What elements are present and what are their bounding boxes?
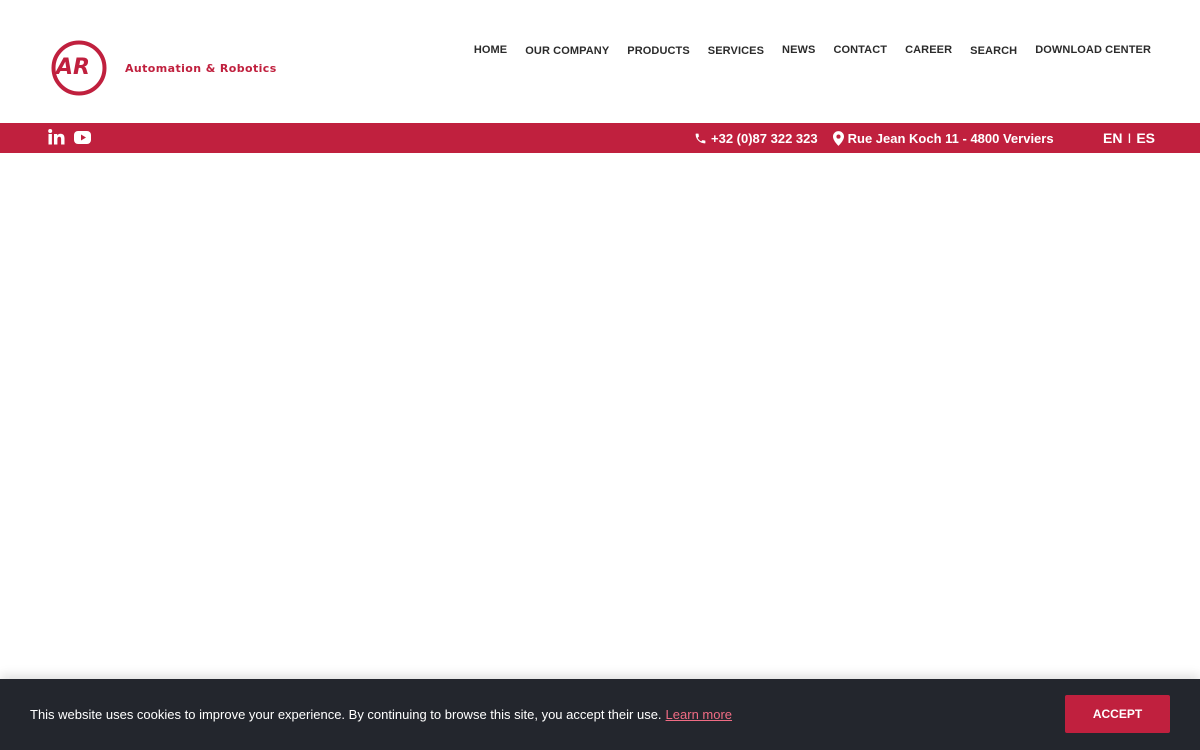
phone-number: +32 (0)87 322 323 [711,130,818,146]
cookie-message-row: This website uses cookies to improve you… [30,707,732,722]
linkedin-icon[interactable] [48,129,65,145]
site-header: AR Automation & Robotics HOME OUR COMPAN… [0,0,1200,123]
phone-icon [695,133,706,143]
main-content [0,153,1200,668]
lang-en[interactable]: EN [1103,130,1122,146]
cookie-message: This website uses cookies to improve you… [30,707,662,722]
accept-cookies-button[interactable]: ACCEPT [1065,695,1170,733]
nav-services[interactable]: SERVICES [699,45,773,57]
map-pin-icon [832,130,844,146]
contact-bar: +32 (0)87 322 323 Rue Jean Koch 11 - 480… [0,123,1200,153]
social-links [48,129,92,145]
phone-link[interactable]: +32 (0)87 322 323 [694,131,818,146]
ar-logo-icon: AR [51,40,107,96]
nav-career[interactable]: CAREER [896,44,961,56]
nav-our-company[interactable]: OUR COMPANY [516,45,618,57]
nav-products[interactable]: PRODUCTS [618,45,699,57]
main-nav: HOME OUR COMPANY PRODUCTS SERVICES NEWS … [465,44,1160,57]
logo-mark: AR [54,55,90,80]
address-link[interactable]: Rue Jean Koch 11 - 4800 Verviers [832,130,1054,146]
nav-contact[interactable]: CONTACT [824,44,896,56]
lang-es[interactable]: ES [1136,130,1155,146]
language-switcher: EN I ES [1103,123,1155,153]
nav-news[interactable]: NEWS [773,44,824,56]
logo-tagline: Automation & Robotics [125,61,277,75]
nav-home[interactable]: HOME [465,44,516,56]
nav-search[interactable]: SEARCH [961,45,1026,57]
lang-separator: I [1127,130,1132,146]
site-logo[interactable]: AR Automation & Robotics [49,38,277,98]
youtube-icon[interactable] [74,130,92,145]
cookie-banner: This website uses cookies to improve you… [0,679,1200,750]
nav-download-center[interactable]: DOWNLOAD CENTER [1026,44,1160,56]
learn-more-link[interactable]: Learn more [666,707,732,722]
contact-info: +32 (0)87 322 323 Rue Jean Koch 11 - 480… [694,123,1069,153]
address-text: Rue Jean Koch 11 - 4800 Verviers [847,130,1054,146]
